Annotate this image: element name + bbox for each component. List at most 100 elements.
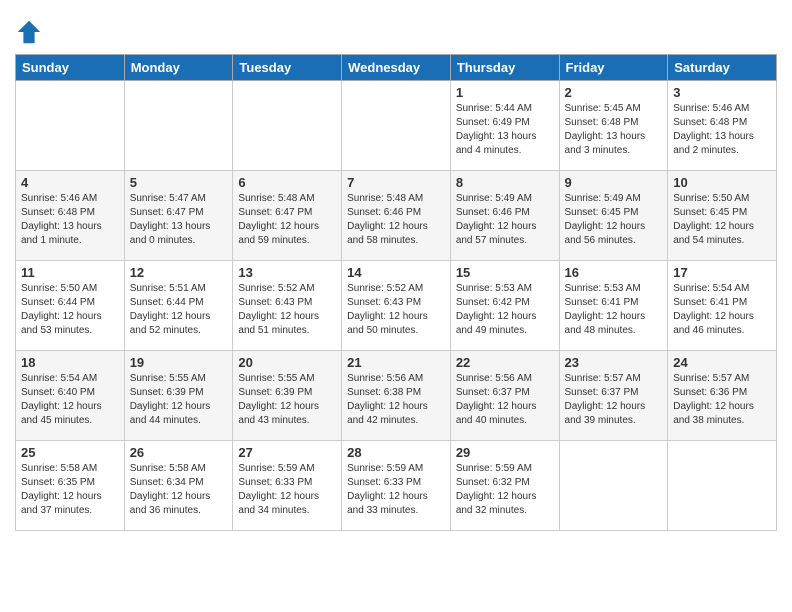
day-info: Sunrise: 5:48 AM Sunset: 6:46 PM Dayligh… (347, 192, 445, 248)
day-info: Sunrise: 5:55 AM Sunset: 6:39 PM Dayligh… (130, 372, 228, 428)
day-of-week-header: Wednesday (342, 55, 451, 81)
day-number: 2 (565, 85, 663, 100)
day-number: 20 (238, 355, 336, 370)
day-number: 18 (21, 355, 119, 370)
day-number: 12 (130, 265, 228, 280)
calendar-cell: 12 Sunrise: 5:51 AM Sunset: 6:44 PM Dayli… (124, 261, 233, 351)
calendar-cell: 15Sunrise: 5:53 AM Sunset: 6:42 PM Dayli… (450, 261, 559, 351)
calendar-cell: 21 Sunrise: 5:56 AM Sunset: 6:38 PM Dayli… (342, 351, 451, 441)
day-info: Sunrise: 5:55 AM Sunset: 6:39 PM Dayligh… (238, 372, 336, 428)
calendar-week-row: 1 Sunrise: 5:44 AM Sunset: 6:49 PM Daylig… (16, 81, 777, 171)
day-info: Sunrise: 5:46 AM Sunset: 6:48 PM Dayligh… (21, 192, 119, 248)
day-number: 6 (238, 175, 336, 190)
day-info: Sunrise: 5:50 AM Sunset: 6:44 PM Dayligh… (21, 282, 119, 338)
calendar-cell: 27 Sunrise: 5:59 AM Sunset: 6:33 PM Dayli… (233, 441, 342, 531)
calendar-week-row: 11 Sunrise: 5:50 AM Sunset: 6:44 PM Dayli… (16, 261, 777, 351)
calendar-cell (16, 81, 125, 171)
calendar-cell: 16 Sunrise: 5:53 AM Sunset: 6:41 PM Dayli… (559, 261, 668, 351)
day-info: Sunrise: 5:58 AM Sunset: 6:35 PM Dayligh… (21, 462, 119, 518)
day-number: 5 (130, 175, 228, 190)
day-number: 7 (347, 175, 445, 190)
calendar-cell: 2 Sunrise: 5:45 AM Sunset: 6:48 PM Daylig… (559, 81, 668, 171)
day-info: Sunrise: 5:44 AM Sunset: 6:49 PM Dayligh… (456, 102, 554, 158)
day-number: 26 (130, 445, 228, 460)
calendar-cell: 5 Sunrise: 5:47 AM Sunset: 6:47 PM Daylig… (124, 171, 233, 261)
day-number: 9 (565, 175, 663, 190)
day-info: Sunrise: 5:57 AM Sunset: 6:37 PM Dayligh… (565, 372, 663, 428)
day-of-week-header: Tuesday (233, 55, 342, 81)
day-info: Sunrise: 5:52 AM Sunset: 6:43 PM Dayligh… (347, 282, 445, 338)
day-number: 13 (238, 265, 336, 280)
day-number: 29 (456, 445, 554, 460)
day-number: 8 (456, 175, 554, 190)
calendar-cell: 29 Sunrise: 5:59 AM Sunset: 6:32 PM Dayli… (450, 441, 559, 531)
day-info: Sunrise: 5:54 AM Sunset: 6:40 PM Dayligh… (21, 372, 119, 428)
day-info: Sunrise: 5:56 AM Sunset: 6:38 PM Dayligh… (347, 372, 445, 428)
calendar-cell (559, 441, 668, 531)
calendar-table: SundayMondayTuesdayWednesdayThursdayFrid… (15, 54, 777, 531)
day-number: 22 (456, 355, 554, 370)
calendar-cell: 11 Sunrise: 5:50 AM Sunset: 6:44 PM Dayli… (16, 261, 125, 351)
calendar-week-row: 25 Sunrise: 5:58 AM Sunset: 6:35 PM Dayli… (16, 441, 777, 531)
day-number: 3 (673, 85, 771, 100)
day-number: 17 (673, 265, 771, 280)
day-info: Sunrise: 5:48 AM Sunset: 6:47 PM Dayligh… (238, 192, 336, 248)
calendar-cell: 3 Sunrise: 5:46 AM Sunset: 6:48 PM Daylig… (668, 81, 777, 171)
day-number: 10 (673, 175, 771, 190)
day-info: Sunrise: 5:56 AM Sunset: 6:37 PM Dayligh… (456, 372, 554, 428)
calendar-cell (233, 81, 342, 171)
day-info: Sunrise: 5:57 AM Sunset: 6:36 PM Dayligh… (673, 372, 771, 428)
day-of-week-header: Friday (559, 55, 668, 81)
calendar-cell: 4 Sunrise: 5:46 AM Sunset: 6:48 PM Daylig… (16, 171, 125, 261)
calendar-week-row: 18 Sunrise: 5:54 AM Sunset: 6:40 PM Dayli… (16, 351, 777, 441)
day-info: Sunrise: 5:49 AM Sunset: 6:45 PM Dayligh… (565, 192, 663, 248)
day-number: 24 (673, 355, 771, 370)
day-of-week-header: Sunday (16, 55, 125, 81)
day-info: Sunrise: 5:53 AM Sunset: 6:41 PM Dayligh… (565, 282, 663, 338)
calendar-cell: 26 Sunrise: 5:58 AM Sunset: 6:34 PM Dayli… (124, 441, 233, 531)
calendar-cell: 13 Sunrise: 5:52 AM Sunset: 6:43 PM Dayli… (233, 261, 342, 351)
calendar-cell: 14 Sunrise: 5:52 AM Sunset: 6:43 PM Dayli… (342, 261, 451, 351)
logo (15, 18, 45, 46)
day-number: 19 (130, 355, 228, 370)
day-number: 14 (347, 265, 445, 280)
day-info: Sunrise: 5:59 AM Sunset: 6:33 PM Dayligh… (238, 462, 336, 518)
day-number: 23 (565, 355, 663, 370)
calendar-cell: 28Sunrise: 5:59 AM Sunset: 6:33 PM Dayli… (342, 441, 451, 531)
calendar-cell: 1 Sunrise: 5:44 AM Sunset: 6:49 PM Daylig… (450, 81, 559, 171)
day-number: 4 (21, 175, 119, 190)
day-number: 25 (21, 445, 119, 460)
day-number: 16 (565, 265, 663, 280)
calendar-cell: 25 Sunrise: 5:58 AM Sunset: 6:35 PM Dayli… (16, 441, 125, 531)
day-number: 27 (238, 445, 336, 460)
day-number: 21 (347, 355, 445, 370)
calendar-cell: 18 Sunrise: 5:54 AM Sunset: 6:40 PM Dayli… (16, 351, 125, 441)
day-info: Sunrise: 5:45 AM Sunset: 6:48 PM Dayligh… (565, 102, 663, 158)
day-info: Sunrise: 5:51 AM Sunset: 6:44 PM Dayligh… (130, 282, 228, 338)
day-info: Sunrise: 5:52 AM Sunset: 6:43 PM Dayligh… (238, 282, 336, 338)
calendar-cell: 22 Sunrise: 5:56 AM Sunset: 6:37 PM Dayli… (450, 351, 559, 441)
header (15, 10, 777, 46)
calendar-cell (668, 441, 777, 531)
day-number: 11 (21, 265, 119, 280)
calendar-cell: 23 Sunrise: 5:57 AM Sunset: 6:37 PM Dayli… (559, 351, 668, 441)
day-number: 28 (347, 445, 445, 460)
calendar-cell: 24 Sunrise: 5:57 AM Sunset: 6:36 PM Dayli… (668, 351, 777, 441)
logo-icon (15, 18, 43, 46)
calendar-cell: 6 Sunrise: 5:48 AM Sunset: 6:47 PM Daylig… (233, 171, 342, 261)
day-info: Sunrise: 5:46 AM Sunset: 6:48 PM Dayligh… (673, 102, 771, 158)
calendar-cell: 10 Sunrise: 5:50 AM Sunset: 6:45 PM Dayli… (668, 171, 777, 261)
day-info: Sunrise: 5:58 AM Sunset: 6:34 PM Dayligh… (130, 462, 228, 518)
calendar-cell: 19 Sunrise: 5:55 AM Sunset: 6:39 PM Dayli… (124, 351, 233, 441)
calendar-cell: 8Sunrise: 5:49 AM Sunset: 6:46 PM Daylig… (450, 171, 559, 261)
day-info: Sunrise: 5:59 AM Sunset: 6:32 PM Dayligh… (456, 462, 554, 518)
day-info: Sunrise: 5:47 AM Sunset: 6:47 PM Dayligh… (130, 192, 228, 248)
calendar-cell (342, 81, 451, 171)
day-info: Sunrise: 5:50 AM Sunset: 6:45 PM Dayligh… (673, 192, 771, 248)
calendar-cell (124, 81, 233, 171)
day-info: Sunrise: 5:53 AM Sunset: 6:42 PM Dayligh… (456, 282, 554, 338)
calendar-cell: 20 Sunrise: 5:55 AM Sunset: 6:39 PM Dayli… (233, 351, 342, 441)
day-number: 1 (456, 85, 554, 100)
day-of-week-header: Monday (124, 55, 233, 81)
day-info: Sunrise: 5:54 AM Sunset: 6:41 PM Dayligh… (673, 282, 771, 338)
